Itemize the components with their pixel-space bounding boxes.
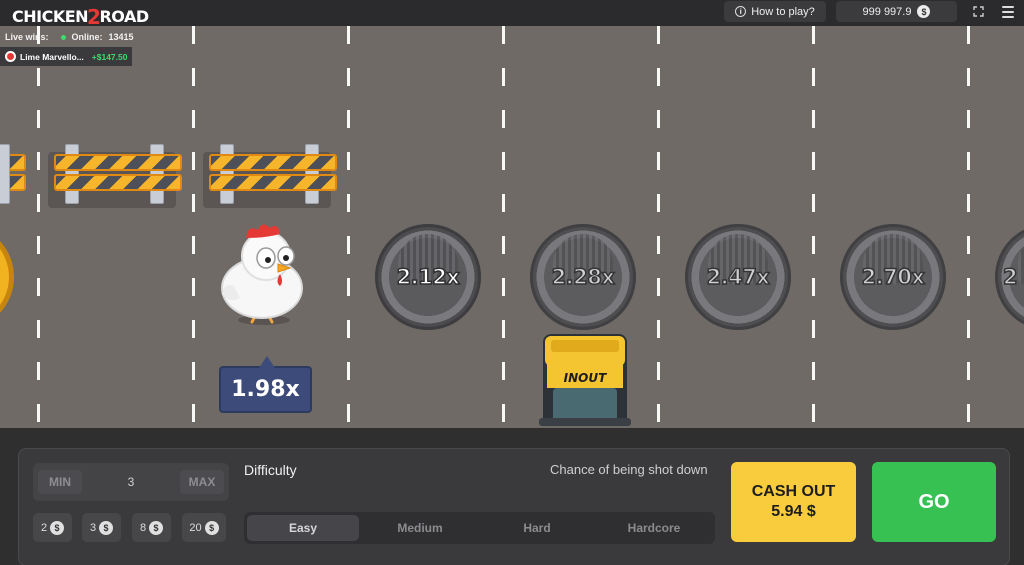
grate-icon — [1018, 234, 1024, 284]
multiplier-value: 2 — [1002, 264, 1018, 290]
game-road: Live wins: Online: 13415 Lime Marvello..… — [0, 26, 1024, 428]
difficulty-label: Difficulty — [244, 462, 297, 478]
quick-bet-value: 20 — [189, 521, 202, 534]
lane-divider — [37, 26, 40, 428]
live-wins-bar: Live wins: Online: 13415 — [0, 28, 134, 46]
how-to-play-label: How to play? — [751, 5, 815, 18]
quick-bet-button[interactable]: 8 $ — [132, 513, 171, 542]
dollar-coin-icon: $ — [149, 520, 164, 535]
difficulty-selector: Easy Medium Hard Hardcore — [244, 512, 715, 544]
control-panel: MIN 3 MAX 2 $ 3 $ 8 $ 20 $ Difficulty Ch… — [18, 448, 1010, 565]
max-bet-button[interactable]: MAX — [180, 470, 224, 494]
barrier-plank — [54, 154, 182, 171]
manhole-multiplier[interactable]: 2.12x — [375, 224, 481, 330]
lane-divider — [967, 26, 970, 428]
live-wins-label: Live wins: — [5, 32, 49, 42]
winner-amount: +$147.50 — [91, 51, 128, 62]
quick-bet-value: 8 — [139, 521, 147, 534]
cash-out-button[interactable]: CASH OUT 5.94 $ — [731, 462, 856, 542]
winner-name: Lime Marvello... — [20, 51, 84, 62]
cash-out-label: CASH OUT — [751, 483, 836, 500]
gold-coin-icon — [0, 224, 14, 330]
barrier-plank — [54, 174, 182, 191]
manhole-multiplier[interactable]: 2.70x — [840, 224, 946, 330]
chicken-icon — [221, 224, 303, 325]
difficulty-easy[interactable]: Easy — [247, 515, 359, 541]
manhole-multiplier[interactable]: 2.28x — [530, 224, 636, 330]
truck-brand-label: INOUT — [564, 371, 607, 385]
quick-bet-button[interactable]: 2 $ — [33, 513, 72, 542]
current-multiplier-tag: 1.98x — [219, 356, 312, 413]
road-barrier — [48, 144, 182, 208]
multiplier-value: 2.70x — [861, 264, 926, 290]
hamburger-icon-line — [1002, 16, 1014, 18]
hamburger-icon-line — [1002, 6, 1014, 8]
balance-value: 999 997.9 — [862, 5, 912, 18]
barrier-leg — [0, 144, 10, 204]
dollar-coin-icon: $ — [204, 520, 219, 535]
manhole-multiplier[interactable]: 2 — [995, 224, 1024, 330]
barrier-plank — [209, 154, 337, 171]
dollar-coin-icon: $ — [50, 520, 65, 535]
manhole-multiplier[interactable]: 2.47x — [685, 224, 791, 330]
quick-bet-button[interactable]: 3 $ — [82, 513, 121, 542]
chance-label: Chance of being shot down — [550, 462, 708, 477]
barrier-plank — [209, 174, 337, 191]
quick-bet-value: 2 — [40, 521, 48, 534]
logo-text-road: ROAD — [99, 7, 149, 26]
recent-winner: Lime Marvello... +$147.50 — [0, 47, 132, 66]
menu-button[interactable] — [998, 2, 1018, 22]
truck-icon: INOUT — [539, 334, 631, 426]
multiplier-value: 2.12x — [396, 264, 461, 290]
how-to-play-button[interactable]: i How to play? — [724, 1, 826, 22]
quick-bet-button[interactable]: 20 $ — [182, 513, 226, 542]
online-count: 13415 — [108, 32, 134, 42]
multiplier-value: 2.47x — [706, 264, 771, 290]
dollar-coin-icon: $ — [917, 5, 931, 18]
control-panel-area: MIN 3 MAX 2 $ 3 $ 8 $ 20 $ Difficulty Ch… — [0, 428, 1024, 565]
game-logo: CHICKEN2ROAD — [12, 3, 149, 29]
lane-divider — [657, 26, 660, 428]
lane-divider — [347, 26, 350, 428]
quick-bet-value: 3 — [89, 521, 97, 534]
difficulty-medium[interactable]: Medium — [364, 515, 476, 541]
cash-out-amount: 5.94 $ — [771, 503, 816, 520]
balance-display: 999 997.9 $ — [836, 1, 957, 22]
lane-divider — [502, 26, 505, 428]
bet-amount-control: MIN 3 MAX — [33, 463, 229, 501]
road-barrier — [203, 144, 337, 208]
info-icon: i — [735, 6, 747, 17]
multiplier-value: 2.28x — [551, 264, 616, 290]
go-button[interactable]: GO — [872, 462, 996, 542]
fullscreen-icon — [972, 6, 984, 17]
player-avatar-icon — [5, 51, 16, 62]
road-barrier — [0, 144, 26, 204]
bet-amount-input[interactable]: 3 — [93, 463, 169, 501]
game-app: CHICKEN2ROAD i How to play? 999 997.9 $ — [0, 0, 1024, 565]
dollar-coin-icon: $ — [99, 520, 114, 535]
current-multiplier-value: 1.98x — [231, 377, 300, 402]
online-dot-icon — [60, 34, 66, 40]
difficulty-hardcore[interactable]: Hardcore — [598, 515, 710, 541]
fullscreen-button[interactable] — [966, 1, 990, 22]
min-bet-button[interactable]: MIN — [38, 470, 82, 494]
logo-text-chicken: CHICKEN — [12, 7, 89, 26]
hamburger-icon-line — [1002, 11, 1014, 13]
top-bar: CHICKEN2ROAD i How to play? 999 997.9 $ — [0, 0, 1024, 29]
online-label: Online: — [71, 32, 103, 42]
lane-divider — [192, 26, 195, 428]
lane-divider — [812, 26, 815, 428]
difficulty-hard[interactable]: Hard — [481, 515, 593, 541]
